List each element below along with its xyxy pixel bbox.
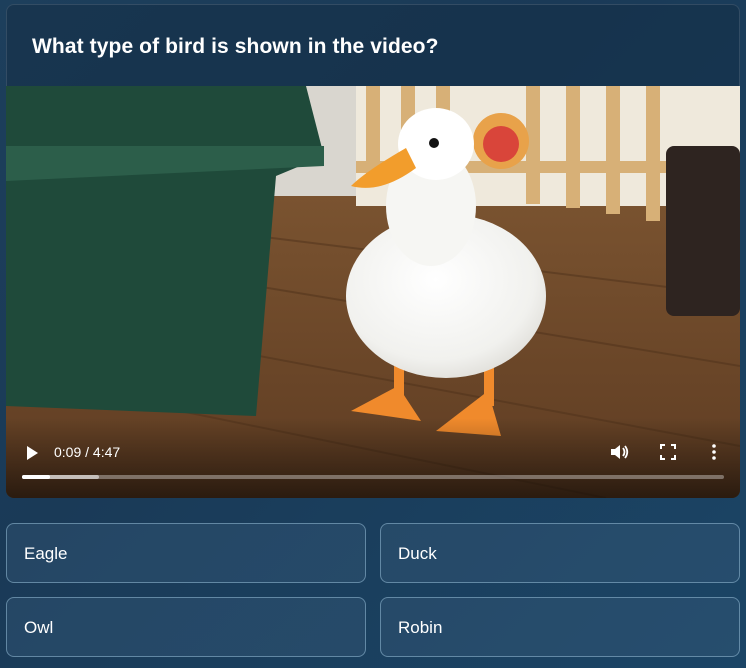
answer-option-duck[interactable]: Duck <box>380 523 740 583</box>
answer-option-owl[interactable]: Owl <box>6 597 366 657</box>
video-player[interactable]: 0:09 / 4:47 <box>6 86 740 498</box>
answer-option-robin[interactable]: Robin <box>380 597 740 657</box>
progress-bar[interactable] <box>22 475 724 479</box>
answer-label: Eagle <box>24 544 68 563</box>
time-display: 0:09 / 4:47 <box>54 444 121 460</box>
answer-option-eagle[interactable]: Eagle <box>6 523 366 583</box>
volume-icon[interactable] <box>610 443 630 461</box>
answer-label: Duck <box>398 544 437 563</box>
question-header: What type of bird is shown in the video? <box>6 4 740 86</box>
fullscreen-icon[interactable] <box>660 444 676 460</box>
play-icon[interactable] <box>24 445 40 461</box>
progress-played <box>22 475 51 479</box>
answer-label: Owl <box>24 618 54 637</box>
question-title: What type of bird is shown in the video? <box>32 35 439 58</box>
more-options-icon[interactable] <box>709 443 719 461</box>
answer-label: Robin <box>398 618 443 637</box>
